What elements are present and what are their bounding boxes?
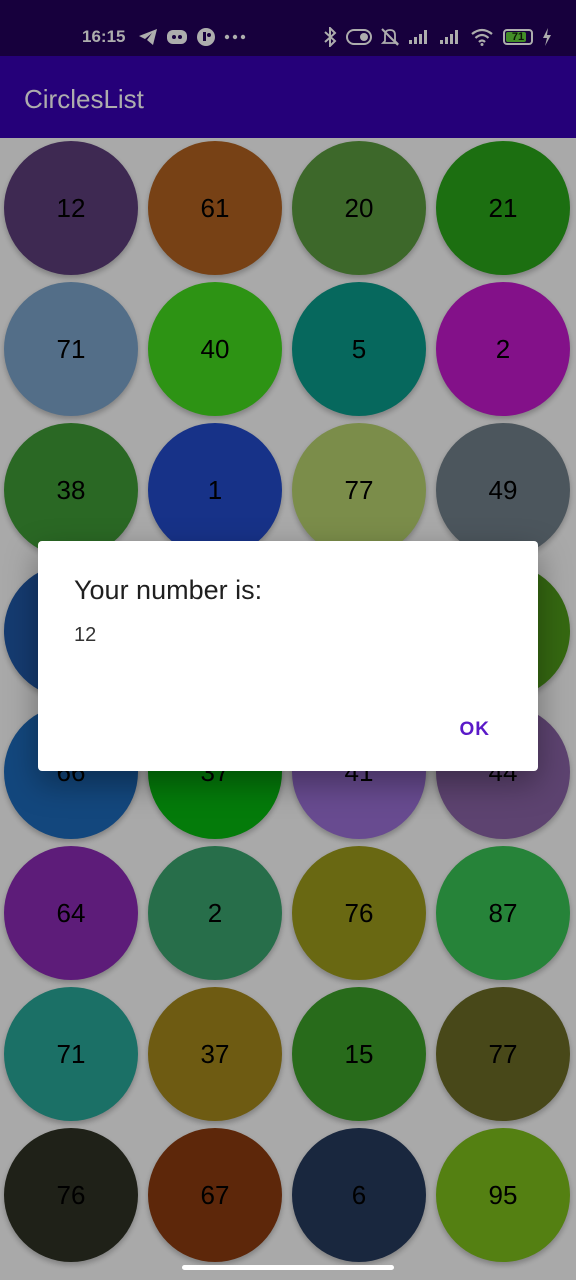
number-dialog: Your number is: 12 OK xyxy=(38,541,538,771)
dialog-message: 12 xyxy=(74,624,97,646)
dialog-title: Your number is: xyxy=(74,575,263,605)
home-indicator[interactable] xyxy=(182,1265,394,1270)
ok-button[interactable]: OK xyxy=(460,719,491,741)
